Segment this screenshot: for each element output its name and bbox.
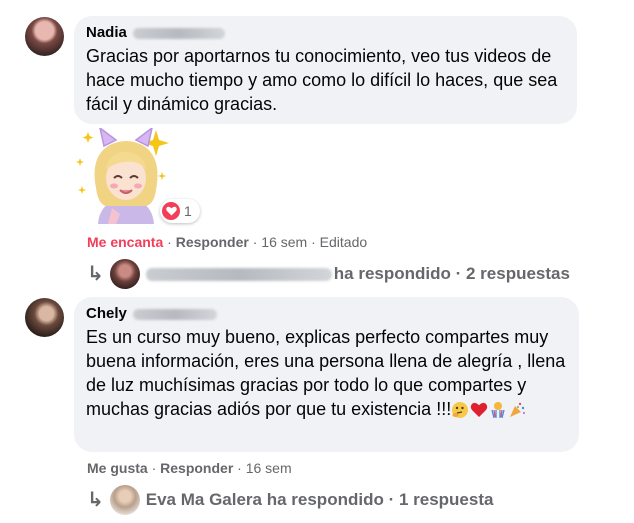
red-heart-icon [471,403,488,418]
separator: · [237,460,242,476]
separator: · [167,234,172,250]
heart-icon [162,202,180,220]
edited-label: Editado [319,234,368,250]
reaction-count: 1 [184,203,192,219]
reply-button[interactable]: Responder [176,234,249,250]
reaction-button[interactable]: Me encanta [87,234,163,250]
commenter-avatar[interactable] [25,298,64,337]
timestamp[interactable]: 16 sem [261,234,307,250]
reply-button[interactable]: Responder [160,460,233,476]
redacted-surname [132,308,217,320]
replier-avatar [109,485,140,515]
separator: · [311,234,316,250]
confetti-ball-icon [491,402,505,419]
like-button[interactable]: Me gusta [87,460,148,476]
redacted-replier-name [145,267,332,281]
emoji-group [451,401,526,419]
separator: · [151,460,157,476]
comment-actions: Me gusta · Responder · 16 sem [87,459,292,477]
comment-text: Gracias por aportarnos tu conocimiento, … [86,46,558,114]
comment-author: Chely [86,305,567,323]
comment-actions: Me encanta · Responder · 16 sem · Editad… [87,233,367,251]
comment-author: Nadia [86,24,565,42]
reply-arrow-icon: ↳ [87,489,104,511]
author-name[interactable]: Nadia [86,24,127,41]
view-replies-link[interactable]: ↳ ha respondido · 2 respuestas [87,259,570,289]
timestamp[interactable]: 16 sem [246,460,292,476]
comment-text: Es un curso muy bueno, explicas perfecto… [86,325,567,421]
thinking-face-icon [452,402,469,419]
reply-arrow-icon: ↳ [87,263,104,285]
comment-bubble: Chely Es un curso muy bueno, explicas pe… [74,297,579,452]
redacted-surname [132,27,225,39]
commenter-avatar[interactable] [25,17,64,56]
party-popper-icon [510,403,526,418]
reaction-badge[interactable]: 1 [160,199,200,223]
replier-avatar [109,259,140,289]
comment-bubble: Nadia Gracias por aportarnos tu conocimi… [74,16,577,124]
replies-summary: Eva Ma Galera ha respondido · 1 respuest… [145,490,494,509]
separator: · [252,234,258,250]
author-name[interactable]: Chely [86,305,127,322]
replies-summary: ha respondido · 2 respuestas [333,264,570,283]
view-replies-link[interactable]: ↳ Eva Ma Galera ha respondido · 1 respue… [87,485,493,515]
